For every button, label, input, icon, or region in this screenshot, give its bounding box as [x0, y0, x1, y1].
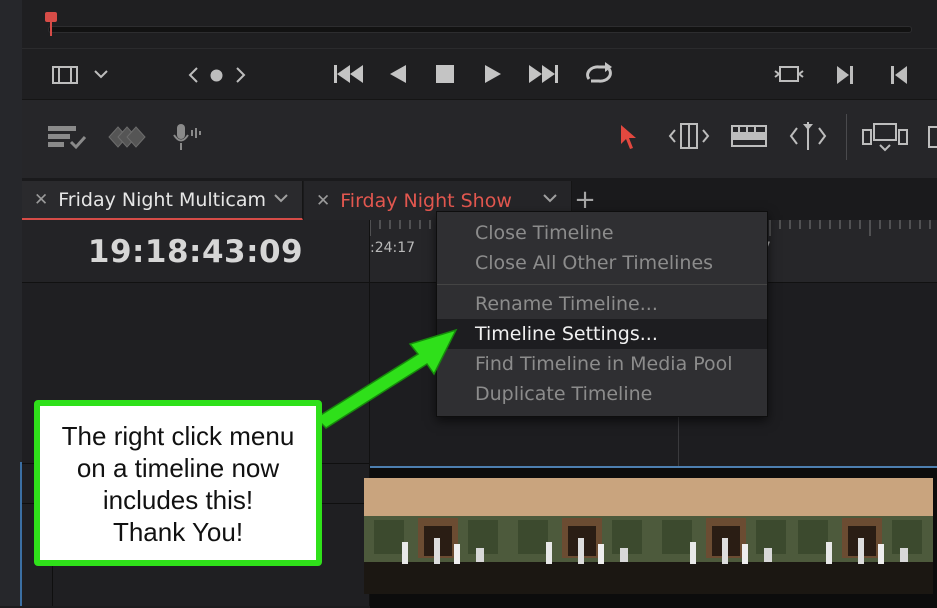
mark-in-icon[interactable] — [836, 65, 854, 85]
annotation-line: on a timeline now — [76, 453, 280, 483]
menu-item-duplicate-timeline[interactable]: Duplicate Timeline — [437, 379, 767, 409]
selection-pointer-icon[interactable] — [620, 124, 638, 150]
tab-close-icon[interactable]: ✕ — [316, 191, 330, 211]
go-to-end-icon[interactable] — [527, 64, 559, 84]
timeline-view-icon[interactable] — [47, 124, 87, 150]
next-clip-icon[interactable] — [236, 67, 246, 83]
mark-out-icon[interactable] — [890, 65, 908, 85]
play-reverse-icon[interactable] — [389, 64, 407, 84]
clip-thumbnail — [788, 478, 933, 594]
scrubber-track[interactable] — [48, 26, 912, 33]
tab-label: Friday Night Multicam — [58, 188, 266, 211]
annotation-arrow — [314, 328, 458, 429]
menu-item-rename-timeline[interactable]: Rename Timeline... — [437, 289, 767, 319]
video-track-clip[interactable] — [364, 466, 937, 608]
stop-icon[interactable] — [435, 64, 455, 84]
menu-item-close-timeline[interactable]: Close Timeline — [437, 218, 767, 248]
annotation-line: includes this! — [102, 485, 254, 515]
viewer-scrubber[interactable] — [22, 0, 937, 48]
trim-tool-icon[interactable] — [667, 122, 711, 150]
viewer-options-icon[interactable] — [52, 66, 78, 84]
tab-friday-night-multicam[interactable]: ✕ Friday Night Multicam — [22, 181, 303, 220]
dynamic-trim-icon[interactable] — [731, 124, 767, 148]
clip-thumbnail — [364, 478, 509, 594]
clip-thumbnail — [652, 478, 797, 594]
loop-icon[interactable] — [583, 61, 615, 87]
edit-tools-toolbar — [22, 99, 937, 179]
play-icon[interactable] — [484, 64, 502, 84]
timecode-panel: 19:18:43:09 — [22, 220, 370, 283]
timeline-context-menu: Close Timeline Close All Other Timelines… — [436, 211, 768, 417]
chevron-down-icon[interactable] — [274, 194, 288, 203]
tab-close-icon[interactable]: ✕ — [34, 190, 48, 210]
toolbar-divider — [846, 114, 847, 160]
clip-dot-icon[interactable] — [210, 69, 223, 82]
menu-item-close-all-other-timelines[interactable]: Close All Other Timelines — [437, 248, 767, 278]
menu-item-timeline-settings[interactable]: Timeline Settings... — [437, 319, 767, 349]
left-gutter — [0, 0, 23, 606]
match-frame-icon[interactable] — [774, 63, 804, 85]
menu-item-find-timeline-in-media-pool[interactable]: Find Timeline in Media Pool — [437, 349, 767, 379]
annotation-text: The right click menu on a timeline now i… — [40, 420, 316, 548]
multicam-icon[interactable] — [108, 126, 146, 148]
annotation-callout: The right click menu on a timeline now i… — [34, 400, 322, 566]
clip-thumbnail — [508, 478, 653, 594]
ruler-timecode-label: :24:17 — [370, 240, 416, 256]
chevron-down-icon[interactable] — [543, 194, 557, 203]
blade-tool-icon[interactable] — [788, 120, 828, 152]
insert-clip-icon[interactable] — [862, 120, 912, 154]
go-to-start-icon[interactable] — [333, 64, 365, 84]
voiceover-icon[interactable] — [172, 122, 202, 152]
playhead-icon[interactable] — [44, 10, 58, 36]
tab-label: Firday Night Show — [340, 189, 512, 212]
timeline-timecode[interactable]: 19:18:43:09 — [22, 234, 369, 270]
overwrite-clip-icon[interactable] — [928, 126, 937, 148]
menu-separator — [437, 284, 767, 285]
annotation-line: Thank You! — [112, 517, 244, 547]
chevron-down-icon[interactable] — [94, 70, 108, 79]
transport-controls — [22, 48, 937, 99]
annotation-line: The right click menu — [61, 421, 295, 451]
prev-clip-icon[interactable] — [188, 67, 198, 83]
